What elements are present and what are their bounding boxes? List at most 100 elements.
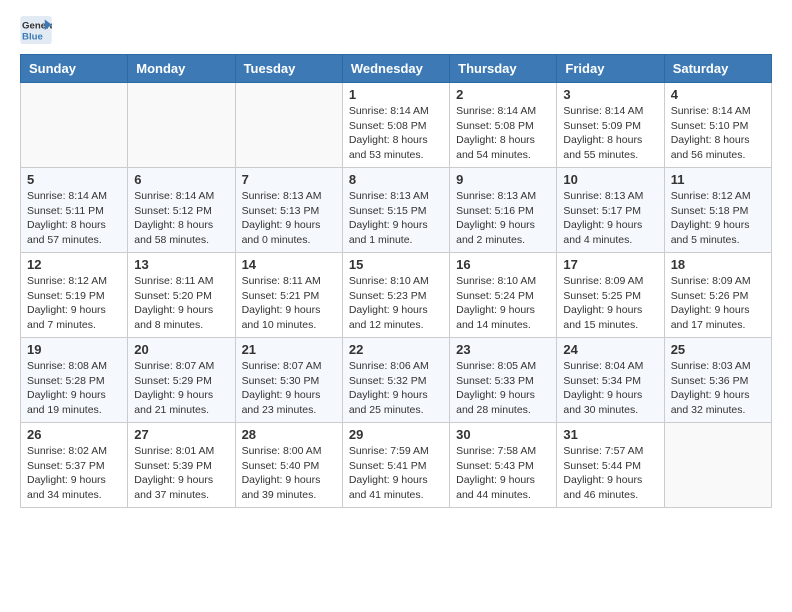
day-content: Sunrise: 7:58 AM Sunset: 5:43 PM Dayligh…	[456, 444, 550, 503]
day-cell	[21, 83, 128, 168]
day-cell: 13 Sunrise: 8:11 AM Sunset: 5:20 PM Dayli…	[128, 253, 235, 338]
day-cell: 6 Sunrise: 8:14 AM Sunset: 5:12 PM Daylig…	[128, 168, 235, 253]
day-cell: 11 Sunrise: 8:12 AM Sunset: 5:18 PM Dayli…	[664, 168, 771, 253]
day-cell: 31Sunrise: 7:57 AM Sunset: 5:44 PM Dayli…	[557, 423, 664, 508]
week-row-1: 1 Sunrise: 8:14 AM Sunset: 5:08 PM Daylig…	[21, 83, 772, 168]
day-cell: 7 Sunrise: 8:13 AM Sunset: 5:13 PM Daylig…	[235, 168, 342, 253]
day-number: 7	[242, 172, 336, 187]
day-number: 25	[671, 342, 765, 357]
day-number: 21	[242, 342, 336, 357]
day-content: Sunrise: 8:10 AM Sunset: 5:23 PM Dayligh…	[349, 274, 443, 333]
day-number: 11	[671, 172, 765, 187]
day-cell: 10 Sunrise: 8:13 AM Sunset: 5:17 PM Dayli…	[557, 168, 664, 253]
day-content: Sunrise: 8:03 AM Sunset: 5:36 PM Dayligh…	[671, 359, 765, 418]
day-number: 13	[134, 257, 228, 272]
day-content: Sunrise: 8:10 AM Sunset: 5:24 PM Dayligh…	[456, 274, 550, 333]
day-number: 3	[563, 87, 657, 102]
day-content: Sunrise: 8:01 AM Sunset: 5:39 PM Dayligh…	[134, 444, 228, 503]
day-cell: 20 Sunrise: 8:07 AM Sunset: 5:29 PM Dayli…	[128, 338, 235, 423]
day-content: Sunrise: 8:04 AM Sunset: 5:34 PM Dayligh…	[563, 359, 657, 418]
day-cell: 27 Sunrise: 8:01 AM Sunset: 5:39 PM Dayli…	[128, 423, 235, 508]
header-cell-monday: Monday	[128, 55, 235, 83]
day-content: Sunrise: 8:02 AM Sunset: 5:37 PM Dayligh…	[27, 444, 121, 503]
day-cell: 28Sunrise: 8:00 AM Sunset: 5:40 PM Dayli…	[235, 423, 342, 508]
header-cell-sunday: Sunday	[21, 55, 128, 83]
day-content: Sunrise: 8:13 AM Sunset: 5:17 PM Dayligh…	[563, 189, 657, 248]
day-cell: 25 Sunrise: 8:03 AM Sunset: 5:36 PM Dayli…	[664, 338, 771, 423]
day-content: Sunrise: 8:14 AM Sunset: 5:09 PM Dayligh…	[563, 104, 657, 163]
day-number: 12	[27, 257, 121, 272]
day-number: 24	[563, 342, 657, 357]
day-cell	[664, 423, 771, 508]
day-content: Sunrise: 8:09 AM Sunset: 5:25 PM Dayligh…	[563, 274, 657, 333]
day-cell: 18Sunrise: 8:09 AM Sunset: 5:26 PM Dayli…	[664, 253, 771, 338]
day-cell: 16 Sunrise: 8:10 AM Sunset: 5:24 PM Dayli…	[450, 253, 557, 338]
day-cell: 15 Sunrise: 8:10 AM Sunset: 5:23 PM Dayli…	[342, 253, 449, 338]
header-cell-thursday: Thursday	[450, 55, 557, 83]
day-cell: 19 Sunrise: 8:08 AM Sunset: 5:28 PM Dayli…	[21, 338, 128, 423]
day-cell: 4Sunrise: 8:14 AM Sunset: 5:10 PM Daylig…	[664, 83, 771, 168]
logo: General Blue	[20, 16, 56, 44]
day-number: 6	[134, 172, 228, 187]
day-number: 22	[349, 342, 443, 357]
day-number: 2	[456, 87, 550, 102]
day-content: Sunrise: 7:59 AM Sunset: 5:41 PM Dayligh…	[349, 444, 443, 503]
day-number: 5	[27, 172, 121, 187]
header-cell-tuesday: Tuesday	[235, 55, 342, 83]
day-cell: 2 Sunrise: 8:14 AM Sunset: 5:08 PM Daylig…	[450, 83, 557, 168]
day-number: 28	[242, 427, 336, 442]
day-number: 26	[27, 427, 121, 442]
day-cell: 3 Sunrise: 8:14 AM Sunset: 5:09 PM Daylig…	[557, 83, 664, 168]
week-row-3: 12 Sunrise: 8:12 AM Sunset: 5:19 PM Dayli…	[21, 253, 772, 338]
week-row-2: 5 Sunrise: 8:14 AM Sunset: 5:11 PM Daylig…	[21, 168, 772, 253]
day-cell: 1Sunrise: 8:14 AM Sunset: 5:08 PM Daylig…	[342, 83, 449, 168]
day-cell: 24 Sunrise: 8:04 AM Sunset: 5:34 PM Dayli…	[557, 338, 664, 423]
day-content: Sunrise: 8:05 AM Sunset: 5:33 PM Dayligh…	[456, 359, 550, 418]
day-number: 17	[563, 257, 657, 272]
day-cell	[128, 83, 235, 168]
day-cell: 30 Sunrise: 7:58 AM Sunset: 5:43 PM Dayli…	[450, 423, 557, 508]
day-number: 20	[134, 342, 228, 357]
day-content: Sunrise: 8:14 AM Sunset: 5:11 PM Dayligh…	[27, 189, 121, 248]
header-cell-wednesday: Wednesday	[342, 55, 449, 83]
header-cell-saturday: Saturday	[664, 55, 771, 83]
day-content: Sunrise: 8:13 AM Sunset: 5:15 PM Dayligh…	[349, 189, 443, 248]
day-number: 16	[456, 257, 550, 272]
day-number: 19	[27, 342, 121, 357]
day-cell: 5 Sunrise: 8:14 AM Sunset: 5:11 PM Daylig…	[21, 168, 128, 253]
day-cell: 29Sunrise: 7:59 AM Sunset: 5:41 PM Dayli…	[342, 423, 449, 508]
calendar-body: 1 Sunrise: 8:14 AM Sunset: 5:08 PM Daylig…	[21, 83, 772, 508]
logo-icon: General Blue	[20, 16, 52, 44]
calendar-header: SundayMondayTuesdayWednesdayThursdayFrid…	[21, 55, 772, 83]
day-number: 23	[456, 342, 550, 357]
day-number: 18	[671, 257, 765, 272]
day-cell: 17 Sunrise: 8:09 AM Sunset: 5:25 PM Dayli…	[557, 253, 664, 338]
week-row-4: 19 Sunrise: 8:08 AM Sunset: 5:28 PM Dayli…	[21, 338, 772, 423]
day-cell: 22 Sunrise: 8:06 AM Sunset: 5:32 PM Dayli…	[342, 338, 449, 423]
day-content: Sunrise: 8:14 AM Sunset: 5:12 PM Dayligh…	[134, 189, 228, 248]
day-content: Sunrise: 8:14 AM Sunset: 5:08 PM Dayligh…	[456, 104, 550, 163]
day-content: Sunrise: 8:13 AM Sunset: 5:13 PM Dayligh…	[242, 189, 336, 248]
day-cell: 23 Sunrise: 8:05 AM Sunset: 5:33 PM Dayli…	[450, 338, 557, 423]
calendar-table: SundayMondayTuesdayWednesdayThursdayFrid…	[20, 54, 772, 508]
day-number: 8	[349, 172, 443, 187]
week-row-5: 26 Sunrise: 8:02 AM Sunset: 5:37 PM Dayli…	[21, 423, 772, 508]
day-number: 27	[134, 427, 228, 442]
day-number: 30	[456, 427, 550, 442]
day-cell: 14Sunrise: 8:11 AM Sunset: 5:21 PM Dayli…	[235, 253, 342, 338]
day-number: 10	[563, 172, 657, 187]
header-cell-friday: Friday	[557, 55, 664, 83]
day-content: Sunrise: 8:08 AM Sunset: 5:28 PM Dayligh…	[27, 359, 121, 418]
day-number: 15	[349, 257, 443, 272]
day-number: 4	[671, 87, 765, 102]
day-content: Sunrise: 8:06 AM Sunset: 5:32 PM Dayligh…	[349, 359, 443, 418]
day-number: 1	[349, 87, 443, 102]
day-cell: 21Sunrise: 8:07 AM Sunset: 5:30 PM Dayli…	[235, 338, 342, 423]
day-content: Sunrise: 8:12 AM Sunset: 5:18 PM Dayligh…	[671, 189, 765, 248]
day-content: Sunrise: 8:12 AM Sunset: 5:19 PM Dayligh…	[27, 274, 121, 333]
day-cell	[235, 83, 342, 168]
header-row: SundayMondayTuesdayWednesdayThursdayFrid…	[21, 55, 772, 83]
day-content: Sunrise: 8:11 AM Sunset: 5:20 PM Dayligh…	[134, 274, 228, 333]
day-content: Sunrise: 8:07 AM Sunset: 5:29 PM Dayligh…	[134, 359, 228, 418]
day-content: Sunrise: 8:11 AM Sunset: 5:21 PM Dayligh…	[242, 274, 336, 333]
